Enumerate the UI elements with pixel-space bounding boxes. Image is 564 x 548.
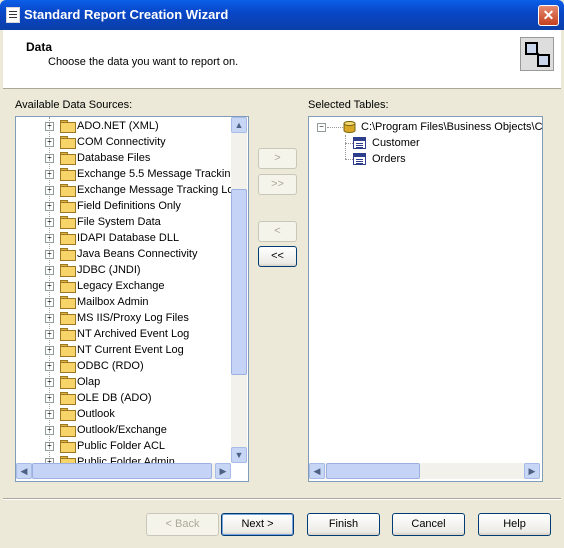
database-icon: [343, 121, 356, 133]
folder-icon: [60, 184, 76, 197]
vertical-scroll-thumb[interactable]: [231, 189, 247, 375]
folder-icon: [60, 120, 76, 133]
collapse-icon[interactable]: −: [317, 123, 326, 132]
folder-icon: [60, 392, 76, 405]
vertical-scrollbar[interactable]: ▲ ▼: [231, 117, 247, 463]
folder-icon: [60, 248, 76, 261]
add-all-tables-button[interactable]: >>: [258, 174, 297, 195]
help-button[interactable]: Help: [478, 513, 551, 536]
scroll-left-button[interactable]: ◀: [309, 463, 325, 479]
page-title: Data: [26, 40, 53, 54]
cancel-button[interactable]: Cancel: [392, 513, 465, 536]
add-table-button[interactable]: >: [258, 148, 297, 169]
back-button[interactable]: < Back: [146, 513, 219, 536]
table-label: Orders: [372, 153, 406, 165]
folder-icon: [60, 440, 76, 453]
scroll-left-button[interactable]: ◀: [16, 463, 32, 479]
folder-icon: [60, 408, 76, 421]
scroll-right-button[interactable]: ▶: [524, 463, 540, 479]
list-item-label: JDBC (JNDI): [77, 264, 141, 276]
list-item-label: Public Folder ACL: [77, 440, 166, 452]
title-bar: Standard Report Creation Wizard ✕: [0, 0, 564, 30]
close-button[interactable]: ✕: [538, 5, 559, 26]
scroll-right-button[interactable]: ▶: [215, 463, 231, 479]
list-item-label: ODBC (RDO): [77, 360, 144, 372]
list-item-label: ADO.NET (XML): [77, 120, 159, 132]
selected-tables-tree[interactable]: − C:\Program Files\Business Objects\Cr C…: [308, 116, 543, 482]
list-item-label: Field Definitions Only: [77, 200, 181, 212]
page-subtitle: Choose the data you want to report on.: [48, 56, 239, 68]
list-item-label: IDAPI Database DLL: [77, 232, 180, 244]
folder-icon: [60, 168, 76, 181]
selected-tables-label: Selected Tables:: [308, 99, 389, 111]
data-link-icon: [520, 37, 554, 71]
folder-icon: [60, 296, 76, 309]
next-button[interactable]: Next >: [221, 513, 294, 536]
folder-icon: [60, 200, 76, 213]
available-sources-label: Available Data Sources:: [15, 99, 133, 111]
horizontal-scroll-thumb[interactable]: [32, 463, 212, 479]
horizontal-scroll-thumb[interactable]: [326, 463, 420, 479]
list-item-label: Outlook: [77, 408, 115, 420]
folder-icon: [60, 136, 76, 149]
folder-icon: [60, 264, 76, 277]
footer-divider: [3, 498, 561, 500]
report-app-icon: [6, 7, 20, 23]
folder-icon: [60, 232, 76, 245]
wizard-header: Data Choose the data you want to report …: [3, 30, 561, 89]
remove-table-button[interactable]: <: [258, 221, 297, 242]
folder-icon: [60, 424, 76, 437]
scroll-down-button[interactable]: ▼: [231, 447, 247, 463]
finish-button[interactable]: Finish: [307, 513, 380, 536]
list-item-label: NT Archived Event Log: [77, 328, 190, 340]
list-item-label: Olap: [77, 376, 101, 388]
database-path: C:\Program Files\Business Objects\Cr: [361, 121, 543, 133]
folder-icon: [60, 280, 76, 293]
folder-icon: [60, 216, 76, 229]
folder-icon: [60, 344, 76, 357]
table-icon: [353, 137, 366, 149]
list-item-label: Database Files: [77, 152, 151, 164]
scroll-up-button[interactable]: ▲: [231, 117, 247, 133]
folder-icon: [60, 312, 76, 325]
list-item-label: Java Beans Connectivity: [77, 248, 198, 260]
remove-all-tables-button[interactable]: <<: [258, 246, 297, 267]
table-label: Customer: [372, 137, 420, 149]
list-item-label: Mailbox Admin: [77, 296, 149, 308]
horizontal-scrollbar[interactable]: ◀ ▶: [16, 463, 231, 479]
list-item-label: MS IIS/Proxy Log Files: [77, 312, 189, 324]
list-item-label: NT Current Event Log: [77, 344, 184, 356]
horizontal-scrollbar[interactable]: ◀ ▶: [309, 463, 540, 479]
list-item-label: Outlook/Exchange: [77, 424, 167, 436]
folder-icon: [60, 152, 76, 165]
folder-icon: [60, 360, 76, 373]
list-item-label: File System Data: [77, 216, 161, 228]
list-item-label: Exchange Message Tracking Lo: [77, 184, 234, 196]
available-sources-tree[interactable]: + ADO.NET (XML) + COM Connectivity + Database…: [15, 116, 249, 482]
folder-icon: [60, 376, 76, 389]
list-item-label: Exchange 5.5 Message Tracking: [77, 168, 237, 180]
window-title: Standard Report Creation Wizard: [24, 7, 229, 22]
table-icon: [353, 153, 366, 165]
tree-root-row[interactable]: − C:\Program Files\Business Objects\Cr: [315, 119, 543, 135]
list-item-label: COM Connectivity: [77, 136, 166, 148]
folder-icon: [60, 328, 76, 341]
list-item-label: Legacy Exchange: [77, 280, 165, 292]
list-item-label: OLE DB (ADO): [77, 392, 152, 404]
